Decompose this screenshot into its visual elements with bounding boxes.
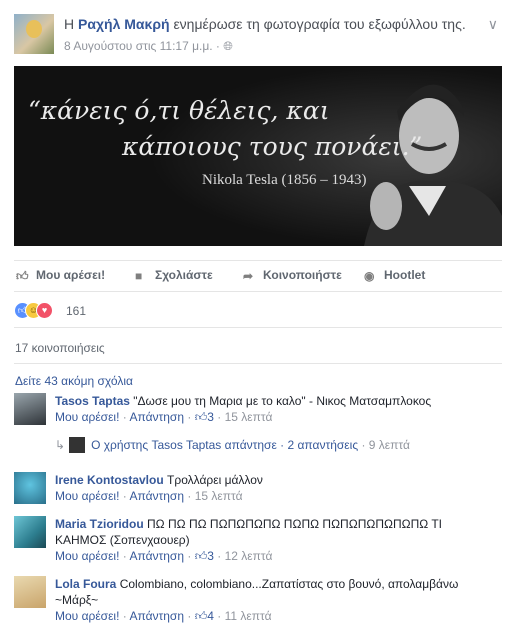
commenter-avatar[interactable] xyxy=(14,472,46,504)
replier-avatar xyxy=(69,437,86,453)
comment-body: Irene Kontostavlou Τρολλάρει μάλλον Μου … xyxy=(55,472,495,504)
separator-dot: · xyxy=(217,410,222,424)
comment-reply-link[interactable]: Απάντηση xyxy=(129,489,184,503)
comment-label: Σχολιάστε xyxy=(155,268,213,282)
reaction-count: 161 xyxy=(66,304,87,318)
comment-text: "Δωσε μου τη Μαρια με το καλο" - Νικος Μ… xyxy=(133,394,432,408)
separator-dot: · xyxy=(122,410,127,424)
love-reaction-icon: ♥ xyxy=(36,302,53,319)
commenter-name[interactable]: Irene Kontostavlou xyxy=(55,473,164,487)
comment-body: Tasos Taptas "Δωσε μου τη Μαρια με το κα… xyxy=(55,393,495,425)
replies-time: · 9 λεπτά xyxy=(361,438,410,452)
cover-attribution: Nikola Tesla (1856 – 1943) xyxy=(202,172,367,188)
like-button[interactable]: 👍︎ Μου αρέσει! xyxy=(16,268,106,283)
cover-photo[interactable]: “κάνεις ό,τι θέλεις, και κάποιους τους π… xyxy=(14,66,502,246)
share-label: Κοινοποιήστε xyxy=(263,268,342,282)
share-arrow-icon: ➦ xyxy=(243,269,254,283)
cover-quote-line1: “κάνεις ό,τι θέλεις, και xyxy=(28,96,330,125)
cover-quote-line2: κάποιους τους πονάει.” xyxy=(122,132,423,161)
comment-body: Maria Tzioridou ΠΩ ΠΩ ΠΩ ΠΩΠΩΠΩΠΩ ΠΩΠΩ Π… xyxy=(55,516,495,564)
comment-button[interactable]: ■ Σχολιάστε xyxy=(135,268,213,283)
comment-like-count[interactable]: 4 xyxy=(207,609,214,623)
separator-dot: · xyxy=(187,549,192,563)
replies-verb: απάντησε · xyxy=(224,438,285,452)
comment-meta: Μου αρέσει! · Απάντηση · 15 λεπτά xyxy=(55,489,243,503)
separator-dot: · xyxy=(122,609,127,623)
thumbs-up-icon: 👍︎ xyxy=(16,269,29,283)
separator-dot: · xyxy=(122,489,127,503)
hootlet-button[interactable]: ◉ Hootlet xyxy=(364,268,426,283)
comment-time[interactable]: 15 λεπτά xyxy=(225,410,273,424)
post-headline: Η Ραχήλ Μακρή ενημέρωσε τη φωτογραφία το… xyxy=(64,16,466,32)
comment-meta: Μου αρέσει! · Απάντηση · 👍︎3 · 12 λεπτά xyxy=(55,549,272,563)
replies-user[interactable]: Tasos Taptas xyxy=(151,438,221,452)
chevron-down-icon[interactable]: ∨ xyxy=(488,16,498,33)
separator-dot: · xyxy=(187,410,192,424)
divider xyxy=(14,363,502,364)
commenter-name[interactable]: Lola Foura xyxy=(55,577,116,591)
comment-text: Colombiano, colombiano...Ζαπατίστας στο … xyxy=(55,577,459,607)
comment-body: Lola Foura Colombiano, colombiano...Ζαπα… xyxy=(55,576,495,624)
comment-like-link[interactable]: Μου αρέσει! xyxy=(55,489,119,503)
comment-text: Τρολλάρει μάλλον xyxy=(167,473,263,487)
separator-dot: · xyxy=(187,609,192,623)
separator-dot: · xyxy=(217,609,222,623)
comment-time[interactable]: 11 λεπτά xyxy=(225,609,272,623)
commenter-avatar[interactable] xyxy=(14,516,46,548)
author-link[interactable]: Ραχήλ Μακρή xyxy=(78,16,170,32)
globe-icon: 🌐︎ xyxy=(223,39,233,53)
comment-like-count[interactable]: 3 xyxy=(207,549,214,563)
post-timestamp[interactable]: 8 Αυγούστου στις 11:17 μ.μ. · xyxy=(64,39,220,53)
commenter-avatar[interactable] xyxy=(14,576,46,608)
comment-reply-link[interactable]: Απάντηση xyxy=(129,609,184,623)
separator-dot: · xyxy=(122,549,127,563)
commenter-name[interactable]: Maria Tzioridou xyxy=(55,517,144,531)
post-meta: 8 Αυγούστου στις 11:17 μ.μ. · 🌐︎ xyxy=(64,39,233,54)
author-avatar[interactable] xyxy=(14,14,54,54)
speech-bubble-icon: ■ xyxy=(135,269,143,283)
hootlet-label: Hootlet xyxy=(384,268,426,282)
thumbs-up-icon: 👍︎ xyxy=(194,410,208,424)
commenter-name[interactable]: Tasos Taptas xyxy=(55,394,130,408)
comment-time[interactable]: 12 λεπτά xyxy=(225,549,273,563)
comment-reply-link[interactable]: Απάντηση xyxy=(129,549,184,563)
thumbs-up-icon: 👍︎ xyxy=(194,549,208,563)
comment-time[interactable]: 15 λεπτά xyxy=(195,489,243,503)
commenter-avatar[interactable] xyxy=(14,393,46,425)
replies-summary[interactable]: ↳ Ο χρήστης Tasos Taptas απάντησε · 2 απα… xyxy=(55,437,410,453)
comment-like-link[interactable]: Μου αρέσει! xyxy=(55,549,119,563)
separator-dot: · xyxy=(187,489,192,503)
replies-user-prefix: Ο χρήστης xyxy=(91,438,149,452)
comment-like-link[interactable]: Μου αρέσει! xyxy=(55,609,119,623)
comment-meta: Μου αρέσει! · Απάντηση · 👍︎4 · 11 λεπτά xyxy=(55,609,272,623)
separator-dot: · xyxy=(217,549,222,563)
shares-count[interactable]: 17 κοινοποιήσεις xyxy=(15,341,105,355)
comment-like-link[interactable]: Μου αρέσει! xyxy=(55,410,119,424)
view-more-comments[interactable]: Δείτε 43 ακόμη σχόλια xyxy=(15,374,133,388)
headline-prefix: Η xyxy=(64,16,75,32)
thumbs-up-icon: 👍︎ xyxy=(194,609,208,623)
share-button[interactable]: ➦ Κοινοποιήστε xyxy=(243,268,342,283)
comment-reply-link[interactable]: Απάντηση xyxy=(129,410,184,424)
replies-count[interactable]: 2 απαντήσεις xyxy=(287,438,358,452)
divider xyxy=(14,327,502,328)
post-header: Η Ραχήλ Μακρή ενημέρωσε τη φωτογραφία το… xyxy=(14,12,498,56)
headline-action: ενημέρωσε τη φωτογραφία του εξωφύλλου τη… xyxy=(173,16,466,32)
reply-arrow-icon: ↳ xyxy=(55,438,66,452)
owl-icon: ◉ xyxy=(364,269,375,283)
like-label: Μου αρέσει! xyxy=(36,268,106,282)
post-action-bar: 👍︎ Μου αρέσει! ■ Σχολιάστε ➦ Κοινοποιήστε ◉… xyxy=(14,260,502,292)
comment-meta: Μου αρέσει! · Απάντηση · 👍︎3 · 15 λεπτά xyxy=(55,410,272,424)
comment-like-count[interactable]: 3 xyxy=(207,410,214,424)
